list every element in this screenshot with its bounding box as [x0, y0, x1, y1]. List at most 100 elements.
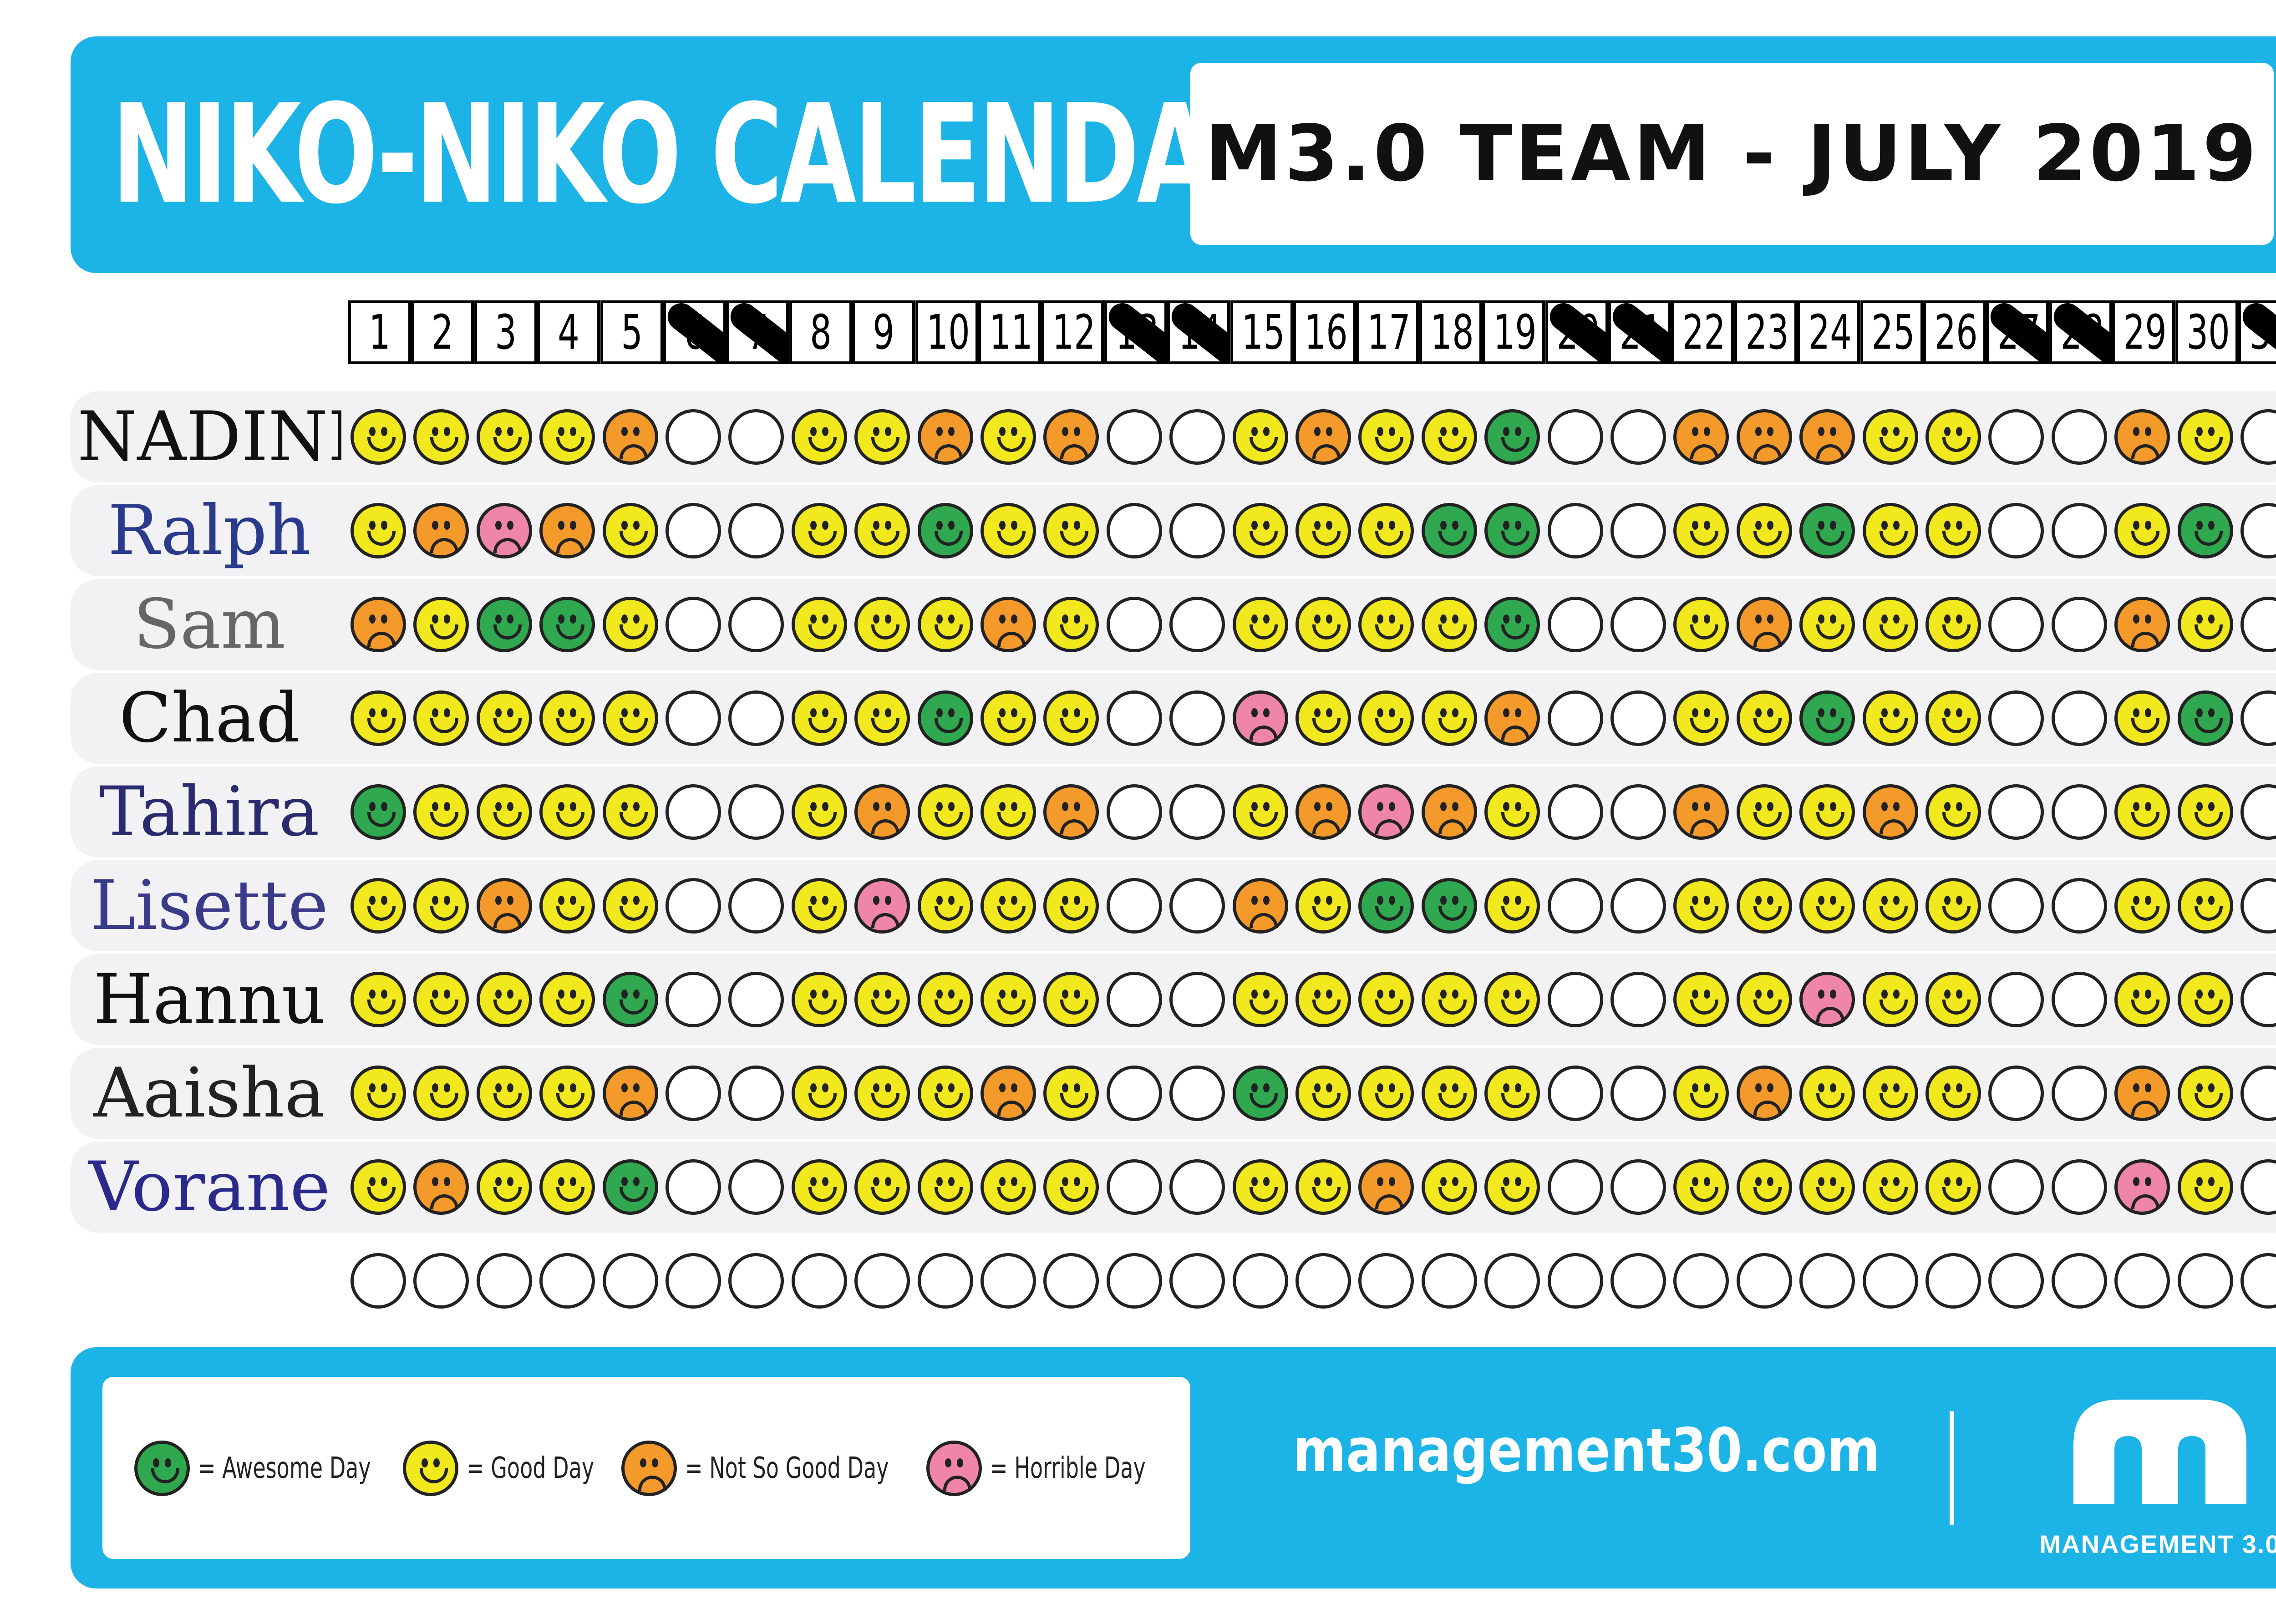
empty-mood-circle[interactable] [1547, 972, 1603, 1027]
empty-mood-circle[interactable] [1169, 972, 1225, 1027]
empty-mood-circle[interactable] [1295, 1253, 1351, 1309]
empty-mood-circle[interactable] [2051, 409, 2107, 465]
empty-mood-circle[interactable] [728, 597, 784, 652]
empty-mood-circle[interactable] [1610, 878, 1666, 934]
empty-mood-circle[interactable] [1988, 409, 2044, 465]
empty-mood-circle[interactable] [1169, 1159, 1225, 1215]
empty-mood-circle[interactable] [2051, 1159, 2107, 1215]
empty-mood-circle[interactable] [666, 878, 721, 934]
empty-mood-circle[interactable] [728, 1159, 784, 1215]
empty-mood-circle[interactable] [1169, 784, 1225, 840]
empty-mood-circle[interactable] [1106, 1066, 1162, 1121]
empty-mood-circle[interactable] [1547, 784, 1603, 840]
empty-mood-circle[interactable] [791, 1253, 847, 1309]
empty-mood-circle[interactable] [728, 690, 784, 746]
empty-mood-circle[interactable] [1610, 1253, 1666, 1309]
empty-mood-circle[interactable] [2051, 690, 2107, 746]
empty-mood-circle[interactable] [1232, 1253, 1288, 1309]
empty-mood-circle[interactable] [2051, 1066, 2107, 1121]
empty-mood-circle[interactable] [1547, 1066, 1603, 1121]
empty-mood-circle[interactable] [1547, 1159, 1603, 1215]
empty-mood-circle[interactable] [1547, 503, 1603, 558]
empty-mood-circle[interactable] [666, 784, 721, 840]
empty-mood-circle[interactable] [981, 1253, 1036, 1309]
empty-mood-circle[interactable] [1169, 1066, 1225, 1121]
empty-mood-circle[interactable] [1988, 690, 2044, 746]
empty-mood-circle[interactable] [1925, 1253, 1981, 1309]
empty-mood-circle[interactable] [666, 1159, 721, 1215]
empty-mood-circle[interactable] [854, 1253, 910, 1309]
empty-mood-circle[interactable] [1988, 784, 2044, 840]
website-link[interactable]: management30.com [1293, 1416, 1880, 1486]
empty-mood-circle[interactable] [1988, 597, 2044, 652]
empty-mood-circle[interactable] [728, 1253, 784, 1309]
empty-mood-circle[interactable] [666, 409, 721, 465]
empty-mood-circle[interactable] [1169, 1253, 1225, 1309]
empty-mood-circle[interactable] [1610, 972, 1666, 1027]
empty-mood-circle[interactable] [1610, 503, 1666, 558]
empty-mood-circle[interactable] [1169, 690, 1225, 746]
empty-mood-circle[interactable] [602, 1253, 658, 1309]
empty-mood-circle[interactable] [1106, 784, 1162, 840]
empty-mood-circle[interactable] [1610, 784, 1666, 840]
empty-mood-circle[interactable] [1106, 1253, 1162, 1309]
empty-mood-circle[interactable] [1169, 503, 1225, 558]
empty-mood-circle[interactable] [2114, 1253, 2170, 1309]
empty-mood-circle[interactable] [1988, 1159, 2044, 1215]
empty-mood-circle[interactable] [351, 1253, 406, 1309]
empty-mood-circle[interactable] [1988, 878, 2044, 934]
empty-mood-circle[interactable] [2177, 1253, 2233, 1309]
empty-mood-circle[interactable] [666, 690, 721, 746]
empty-mood-circle[interactable] [1547, 690, 1603, 746]
empty-mood-circle[interactable] [1106, 597, 1162, 652]
empty-mood-circle[interactable] [1988, 972, 2044, 1027]
empty-mood-circle[interactable] [1862, 1253, 1918, 1309]
empty-mood-circle[interactable] [1673, 1253, 1729, 1309]
empty-mood-circle[interactable] [728, 409, 784, 465]
empty-mood-circle[interactable] [1106, 409, 1162, 465]
empty-mood-circle[interactable] [1799, 1253, 1855, 1309]
empty-mood-circle[interactable] [1421, 1253, 1477, 1309]
empty-mood-circle[interactable] [1169, 878, 1225, 934]
empty-mood-circle[interactable] [728, 878, 784, 934]
empty-mood-circle[interactable] [2051, 503, 2107, 558]
empty-mood-circle[interactable] [2240, 1253, 2276, 1309]
empty-mood-circle[interactable] [1169, 597, 1225, 652]
empty-mood-circle[interactable] [1988, 503, 2044, 558]
empty-mood-circle[interactable] [917, 1253, 973, 1309]
empty-mood-circle[interactable] [1988, 1066, 2044, 1121]
empty-mood-circle[interactable] [1106, 972, 1162, 1027]
empty-mood-circle[interactable] [1547, 409, 1603, 465]
empty-mood-circle[interactable] [666, 1066, 721, 1121]
empty-mood-circle[interactable] [2051, 784, 2107, 840]
empty-mood-circle[interactable] [728, 972, 784, 1027]
empty-mood-circle[interactable] [1610, 409, 1666, 465]
empty-mood-circle[interactable] [728, 784, 784, 840]
empty-mood-circle[interactable] [2051, 972, 2107, 1027]
empty-mood-circle[interactable] [666, 1253, 721, 1309]
empty-mood-circle[interactable] [413, 1253, 469, 1309]
empty-mood-circle[interactable] [1988, 1253, 2044, 1309]
empty-mood-circle[interactable] [1358, 1253, 1414, 1309]
empty-mood-circle[interactable] [476, 1253, 532, 1309]
empty-mood-circle[interactable] [1484, 1253, 1540, 1309]
empty-mood-circle[interactable] [1610, 1159, 1666, 1215]
empty-mood-circle[interactable] [1106, 878, 1162, 934]
empty-mood-circle[interactable] [1610, 1066, 1666, 1121]
empty-mood-circle[interactable] [666, 972, 721, 1027]
empty-mood-circle[interactable] [1169, 409, 1225, 465]
empty-mood-circle[interactable] [2051, 1253, 2107, 1309]
empty-mood-circle[interactable] [1736, 1253, 1792, 1309]
empty-mood-circle[interactable] [1106, 690, 1162, 746]
empty-mood-circle[interactable] [1106, 1159, 1162, 1215]
empty-mood-circle[interactable] [728, 1066, 784, 1121]
empty-mood-circle[interactable] [2051, 878, 2107, 934]
empty-mood-circle[interactable] [1106, 503, 1162, 558]
empty-mood-circle[interactable] [2051, 597, 2107, 652]
empty-mood-circle[interactable] [1547, 1253, 1603, 1309]
empty-mood-circle[interactable] [539, 1253, 595, 1309]
empty-mood-circle[interactable] [666, 503, 721, 558]
empty-mood-circle[interactable] [1043, 1253, 1099, 1309]
empty-mood-circle[interactable] [1547, 597, 1603, 652]
empty-mood-circle[interactable] [1610, 597, 1666, 652]
